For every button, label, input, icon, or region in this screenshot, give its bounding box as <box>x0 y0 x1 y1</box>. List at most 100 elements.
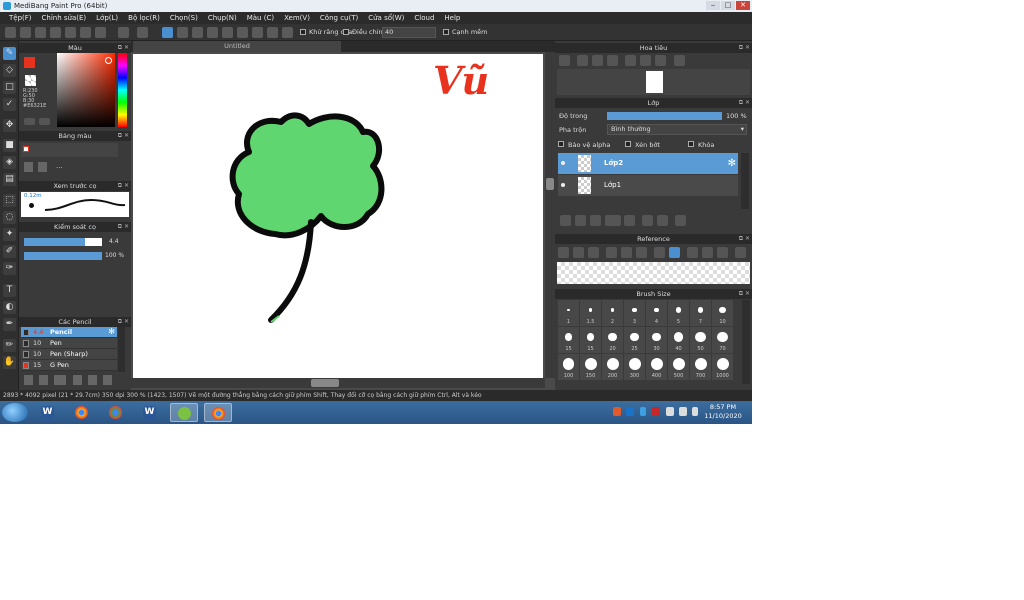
layer-opacity-slider[interactable] <box>607 112 722 120</box>
antialias-checkbox[interactable] <box>300 29 306 35</box>
trash-icon[interactable] <box>675 215 686 226</box>
panel-close-icon[interactable]: ⧉ ✕ <box>118 131 129 141</box>
panel-close-icon[interactable]: ⧉ ✕ <box>118 222 129 232</box>
move-tool-icon[interactable]: ✥ <box>3 119 16 132</box>
folder-icon[interactable] <box>624 215 635 226</box>
menu-cloud[interactable]: Cloud <box>409 12 439 24</box>
correction-checkbox[interactable] <box>343 29 349 35</box>
brush-size-cell[interactable]: 4 <box>646 300 667 326</box>
flip-icon[interactable] <box>674 55 685 66</box>
cloud-icon[interactable] <box>5 27 16 38</box>
taskbar-chrome[interactable] <box>68 403 96 422</box>
menu-view[interactable]: Xem(V) <box>279 12 315 24</box>
brush-settings-icon[interactable] <box>54 375 66 385</box>
vertical-scroll-thumb[interactable] <box>546 178 554 190</box>
snap-off-icon[interactable] <box>162 27 173 38</box>
snap-vanish-icon[interactable] <box>207 27 218 38</box>
correction-tool-icon[interactable]: ✓ <box>3 98 16 111</box>
magic-wand-tool-icon[interactable]: ✦ <box>3 228 16 241</box>
brush-size-cell[interactable]: 10 <box>712 300 733 326</box>
brush-size-cell[interactable]: 1.5 <box>580 300 601 326</box>
rotate-left-icon[interactable] <box>625 55 636 66</box>
main-color-swatch[interactable] <box>24 57 35 68</box>
taskbar-medibang[interactable] <box>170 403 198 422</box>
document-tab[interactable]: Untitled <box>133 41 341 52</box>
folder-brush-icon[interactable] <box>88 375 97 385</box>
snap-radial-icon[interactable] <box>222 27 233 38</box>
brush-list-item[interactable]: 10 Pen <box>21 338 117 349</box>
redo-icon[interactable] <box>137 27 148 38</box>
reference-hand-icon[interactable] <box>669 247 680 258</box>
layer-list-scrollbar[interactable] <box>741 153 749 209</box>
panel-close-icon[interactable]: ⧉ ✕ <box>739 43 750 53</box>
snap-ellipse-icon[interactable] <box>267 27 278 38</box>
hue-slider[interactable] <box>118 53 127 127</box>
system-clock[interactable]: 8:57 PM 11/10/2020 <box>703 403 743 421</box>
brush-list-scrollbar[interactable] <box>118 327 125 372</box>
new-layer-icon[interactable] <box>560 215 571 226</box>
grid-icon[interactable] <box>80 27 91 38</box>
panel-close-icon[interactable]: ⧉ ✕ <box>118 317 129 327</box>
brush-size-cell[interactable]: 1 <box>558 300 579 326</box>
brush-size-cell[interactable]: 15 <box>558 327 579 353</box>
maximize-button[interactable]: □ <box>721 1 735 10</box>
brush-size-cell[interactable]: 150 <box>580 354 601 380</box>
antivirus-icon[interactable] <box>652 407 660 416</box>
volume-muted-icon[interactable] <box>679 407 687 416</box>
brush-size-cell[interactable]: 700 <box>690 354 711 380</box>
bucket-tool-icon[interactable]: ◈ <box>3 156 16 169</box>
snap-parallel-icon[interactable] <box>177 27 188 38</box>
minimize-button[interactable]: ‒ <box>706 1 720 10</box>
brush-size-cell[interactable]: 1000 <box>712 354 733 380</box>
menu-layer[interactable]: Lớp(L) <box>91 12 123 24</box>
gear-icon[interactable]: ✻ <box>108 327 115 336</box>
taskbar-word-2013[interactable]: W <box>34 403 62 422</box>
reference-zoom-out-icon[interactable] <box>636 247 647 258</box>
brush-size-cell[interactable]: 5 <box>668 300 689 326</box>
taskbar-chrome-3[interactable] <box>204 403 232 422</box>
brush-size-cell[interactable]: 400 <box>646 354 667 380</box>
brush-size-cell[interactable]: 40 <box>668 327 689 353</box>
reference-close-icon[interactable] <box>588 247 599 258</box>
brush-size-cell[interactable]: 500 <box>668 354 689 380</box>
rotate-reset-icon[interactable] <box>640 55 651 66</box>
reference-open-icon[interactable] <box>558 247 569 258</box>
reference-view[interactable] <box>557 262 750 284</box>
duplicate-layer-icon[interactable] <box>642 215 653 226</box>
brush-size-cell[interactable]: 7 <box>690 300 711 326</box>
fit-window-icon[interactable] <box>592 55 603 66</box>
panel-icon[interactable] <box>95 27 106 38</box>
undo-icon[interactable] <box>118 27 129 38</box>
save-icon[interactable] <box>20 27 31 38</box>
brush-size-cell[interactable]: 100 <box>558 354 579 380</box>
navigator-preview[interactable] <box>557 69 750 95</box>
menu-filter[interactable]: Bộ lọc(R) <box>123 12 165 24</box>
eye-icon[interactable] <box>561 183 565 187</box>
brush-size-cell[interactable]: 25 <box>624 327 645 353</box>
zoom-in-alt-icon[interactable] <box>577 55 588 66</box>
brush-size-cell[interactable]: 200 <box>602 354 623 380</box>
delete-palette-icon[interactable] <box>38 162 47 172</box>
reference-folder-icon[interactable] <box>573 247 584 258</box>
text-tool-icon[interactable]: T <box>3 284 16 297</box>
bluetooth-icon[interactable] <box>640 407 646 416</box>
menu-select[interactable]: Chọn(S) <box>165 12 203 24</box>
taskbar-chrome-2[interactable] <box>102 403 130 422</box>
brush-tool-icon[interactable]: ✎ <box>3 47 16 60</box>
select-pen-tool-icon[interactable]: ✐ <box>3 245 16 258</box>
security-icon[interactable] <box>626 407 634 416</box>
horizontal-scroll-thumb[interactable] <box>311 379 339 387</box>
select-eraser-tool-icon[interactable]: ✑ <box>3 262 16 275</box>
merge-down-icon[interactable] <box>657 215 668 226</box>
paste-icon[interactable] <box>50 27 61 38</box>
correction-select[interactable]: 40 <box>382 27 436 38</box>
snap-grid-icon[interactable] <box>192 27 203 38</box>
clipping-checkbox[interactable] <box>625 141 631 147</box>
brush-size-cell[interactable]: 20 <box>602 327 623 353</box>
brush-list-item[interactable]: 15 G Pen <box>21 360 117 371</box>
network-icon[interactable] <box>692 407 698 416</box>
layer-row-lop1[interactable]: Lớp1 <box>558 175 738 196</box>
brush-size-cell[interactable]: 300 <box>624 354 645 380</box>
reference-flip-icon[interactable] <box>702 247 713 258</box>
close-button[interactable]: ✕ <box>736 1 750 10</box>
